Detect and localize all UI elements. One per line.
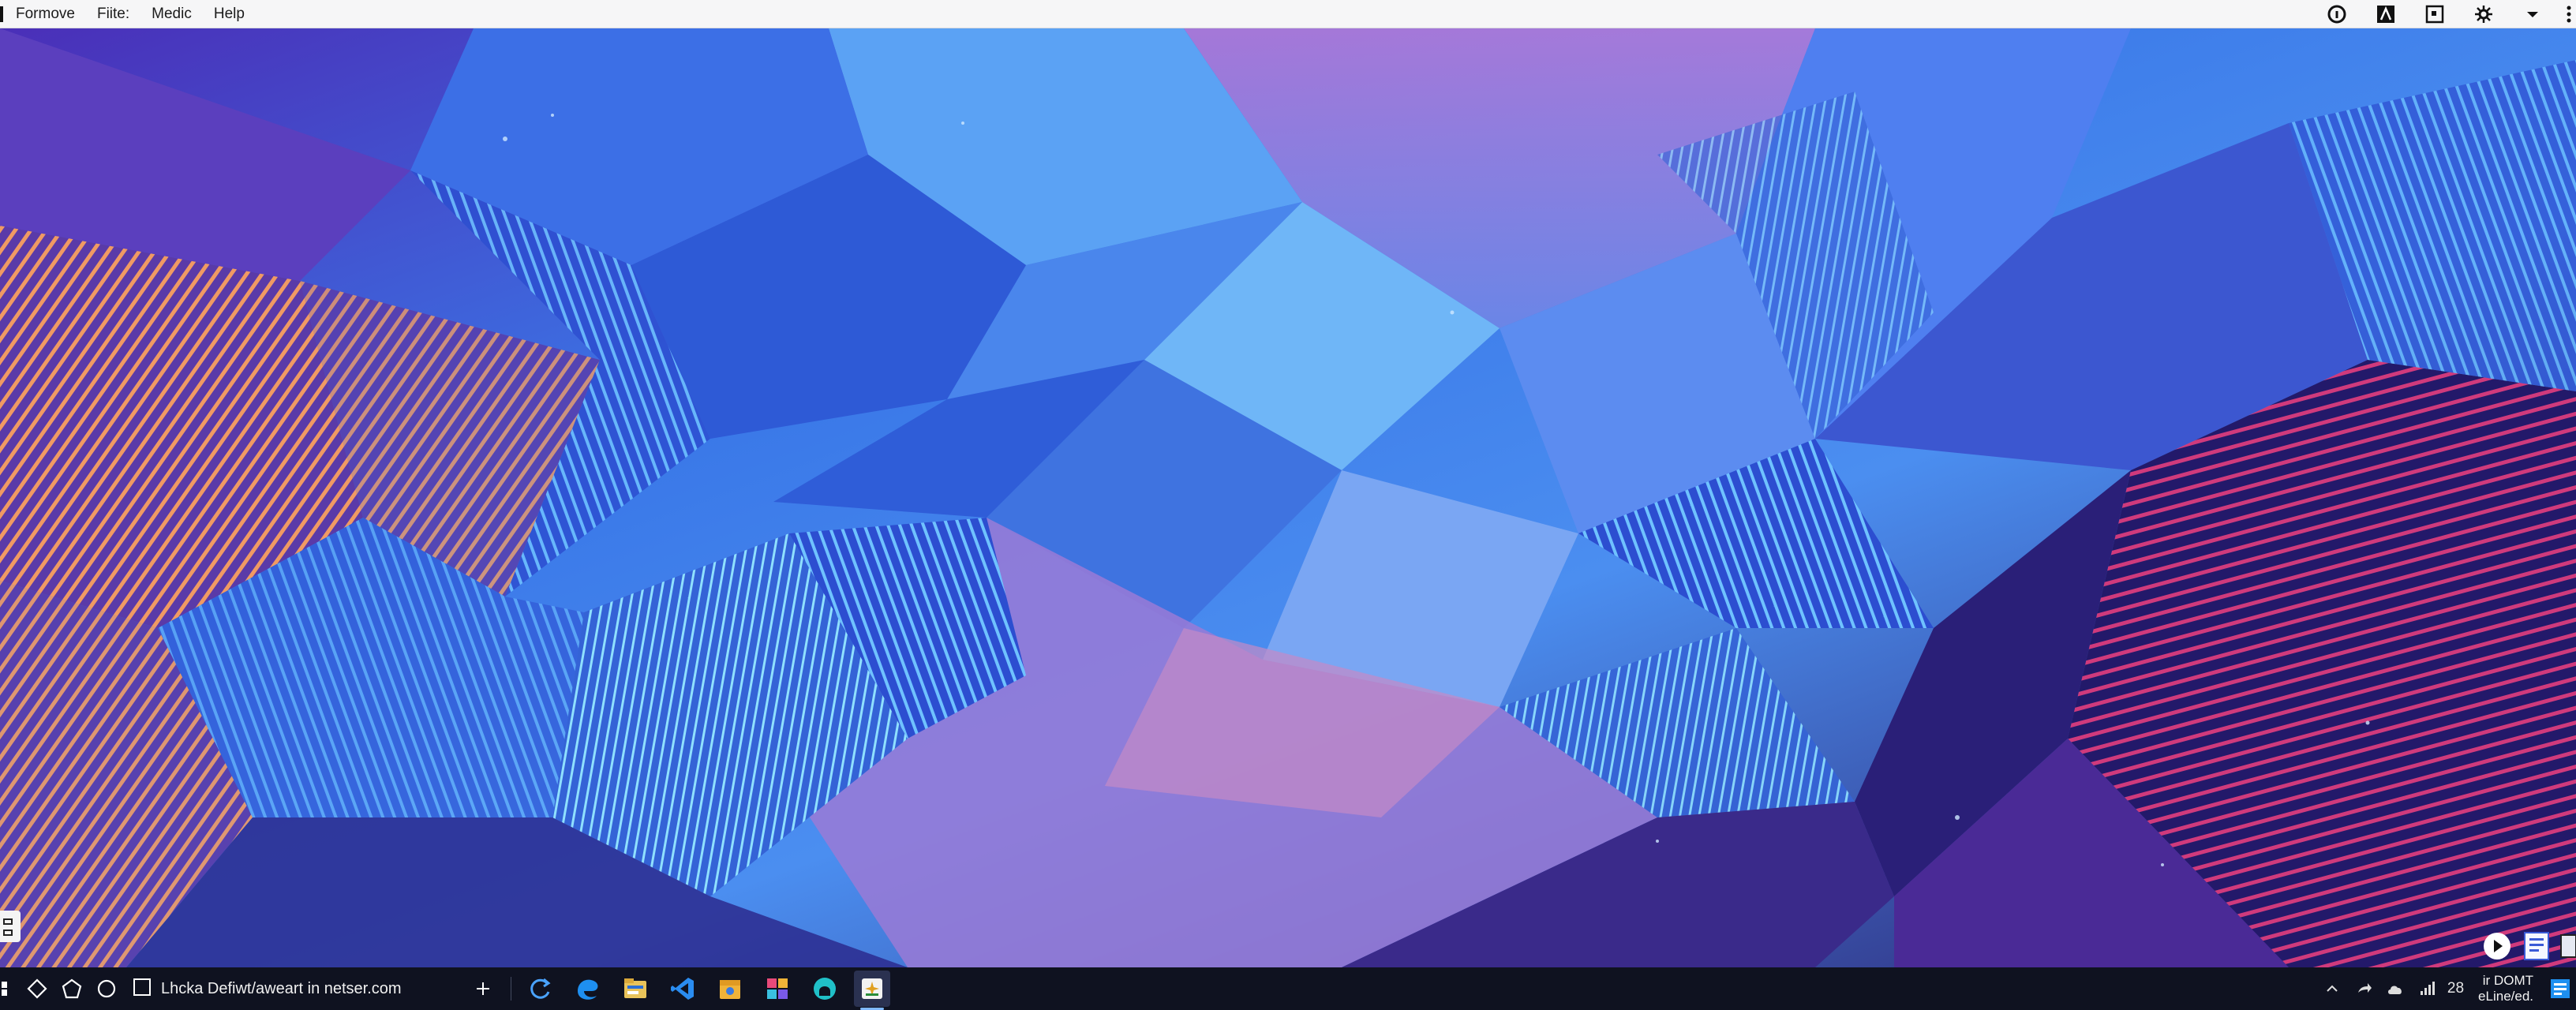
- menu-item-help[interactable]: Help: [214, 6, 245, 23]
- window-edge-marker: [0, 6, 3, 22]
- menu-item-formove[interactable]: Formove: [16, 6, 75, 23]
- chevron-up-icon[interactable]: [2320, 973, 2345, 1004]
- search-square-icon: [133, 978, 152, 1001]
- caret-down-icon[interactable]: [2519, 2, 2546, 26]
- refresh-app-icon[interactable]: [522, 971, 559, 1007]
- taskbar: Lhcka Defiwt/aweart in netser.com 28 ir …: [0, 967, 2576, 1010]
- vscode-icon[interactable]: [665, 971, 701, 1007]
- menu-item-file[interactable]: Fiite:: [97, 6, 129, 23]
- file-explorer-icon[interactable]: [617, 971, 653, 1007]
- search-text[interactable]: Lhcka Defiwt/aweart in netser.com: [161, 980, 402, 998]
- plus-icon[interactable]: [470, 971, 496, 1007]
- system-tray: 28 ir DOMT eLine/ed.: [2313, 967, 2576, 1010]
- notification-icon[interactable]: [2548, 973, 2573, 1004]
- menu-item-medic[interactable]: Medic: [152, 6, 192, 23]
- network-icon[interactable]: [2414, 973, 2439, 1004]
- more-vertical-icon[interactable]: [2562, 2, 2576, 26]
- clock-line-2: eLine/ed.: [2478, 989, 2533, 1004]
- document-widget-icon[interactable]: [2522, 930, 2551, 962]
- menubar-tray: [2301, 0, 2576, 28]
- clock[interactable]: ir DOMT eLine/ed.: [2478, 973, 2533, 1004]
- settings-gear-icon[interactable]: [2470, 2, 2497, 26]
- cloud-icon[interactable]: [2383, 973, 2408, 1004]
- desktop-wallpaper: [0, 28, 2576, 967]
- clock-line-1: ir DOMT: [2482, 973, 2533, 988]
- menu-bar: Formove Fiite: Medic Help: [0, 0, 2576, 28]
- window-thumbnail-icon[interactable]: [2559, 930, 2576, 962]
- desktop-left-widget[interactable]: [0, 911, 21, 942]
- info-circle-icon[interactable]: [2323, 2, 2350, 26]
- edge-browser-icon[interactable]: [570, 971, 606, 1007]
- pentagon-icon[interactable]: [58, 971, 85, 1007]
- package-icon[interactable]: [712, 971, 748, 1007]
- play-circle-icon[interactable]: [2481, 930, 2513, 962]
- widget-square-icon: [3, 918, 13, 925]
- teams-icon[interactable]: [807, 971, 843, 1007]
- tray-number: 28: [2447, 980, 2465, 997]
- text-a-icon[interactable]: [2372, 2, 2399, 26]
- active-window-icon[interactable]: [853, 971, 890, 1010]
- windows-start-icon[interactable]: [0, 971, 16, 1007]
- desktop-right-widgets: [2481, 928, 2576, 964]
- photos-icon[interactable]: [759, 971, 796, 1007]
- taskbar-search[interactable]: Lhcka Defiwt/aweart in netser.com: [133, 972, 402, 1005]
- share-icon[interactable]: [2351, 973, 2376, 1004]
- square-window-icon[interactable]: [2421, 2, 2448, 26]
- widget-square-icon: [3, 930, 13, 936]
- diamond-icon[interactable]: [24, 971, 51, 1007]
- circle-icon[interactable]: [93, 971, 120, 1007]
